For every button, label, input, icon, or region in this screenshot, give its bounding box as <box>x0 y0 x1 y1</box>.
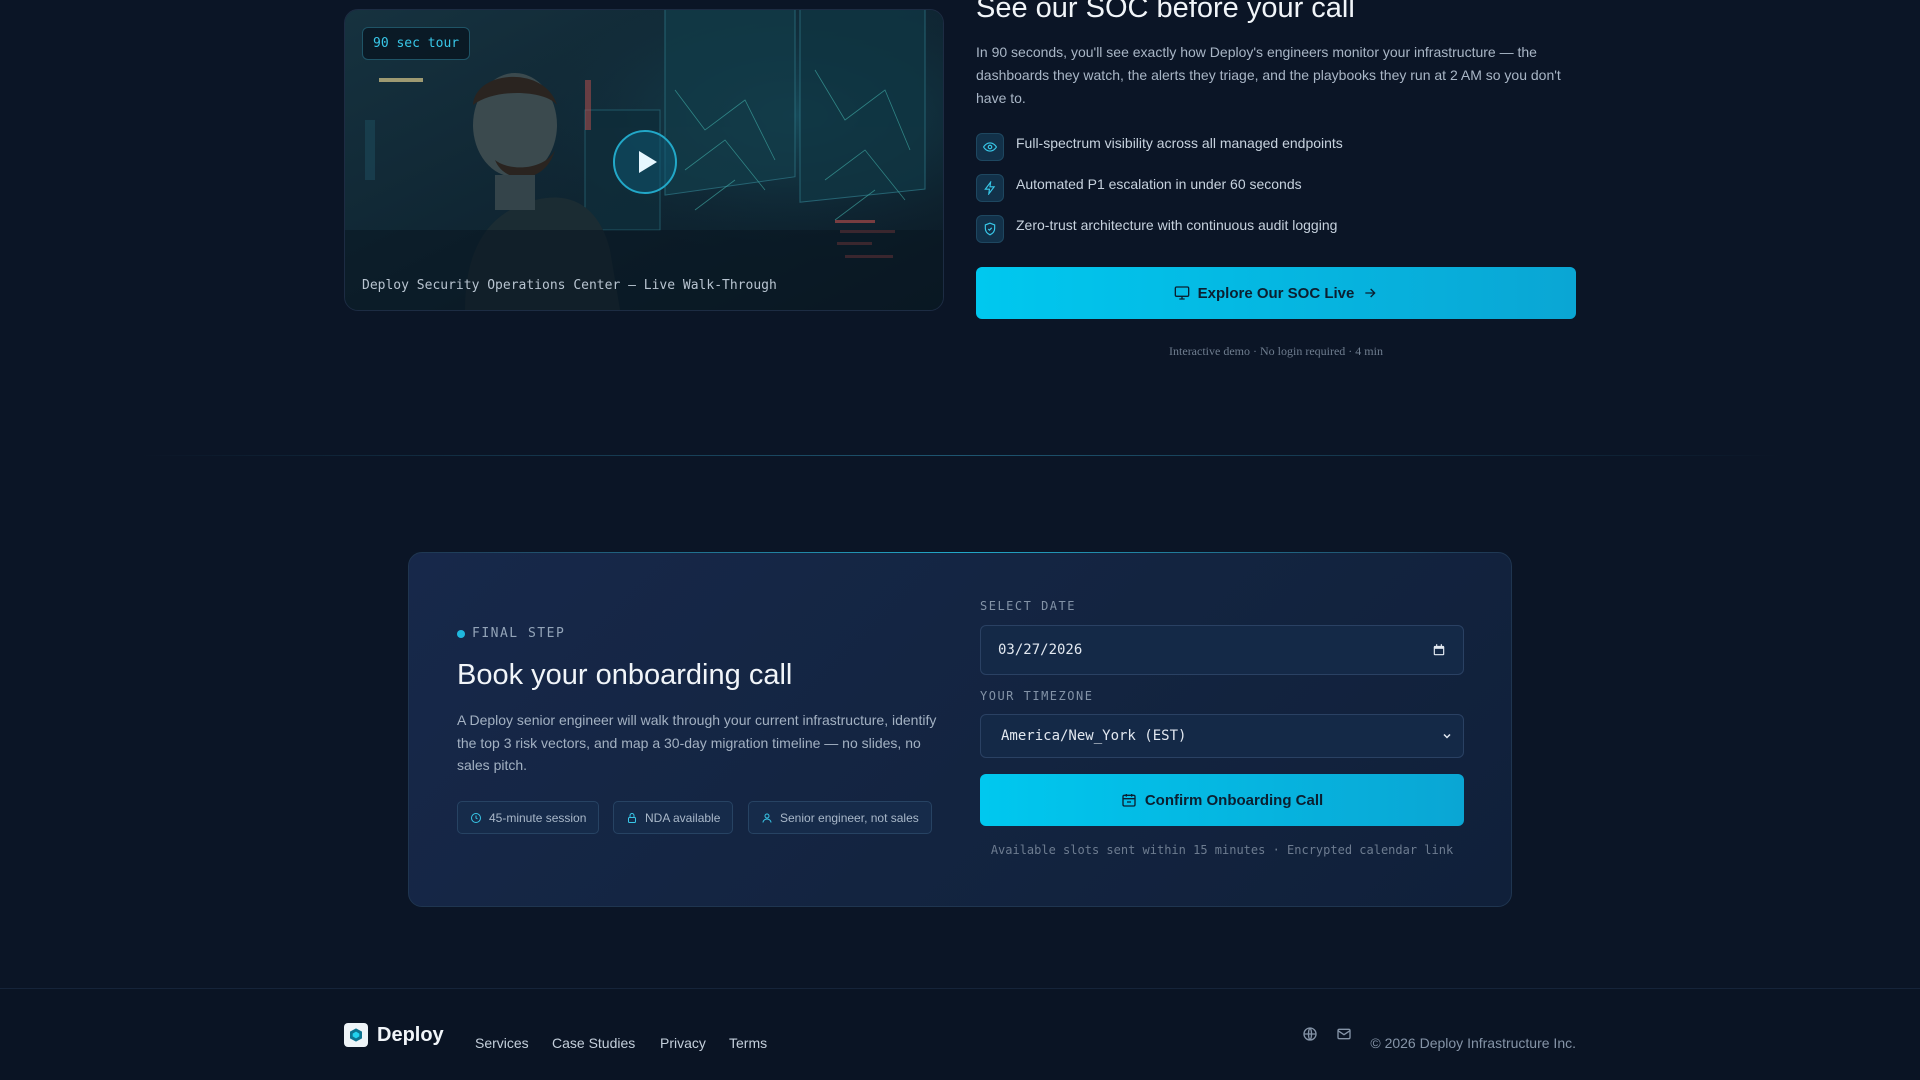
chevron-down-icon <box>1443 733 1451 739</box>
mail-icon[interactable] <box>1336 1026 1352 1047</box>
play-icon <box>638 151 657 173</box>
clock-icon <box>471 812 481 823</box>
chip-text: NDA available <box>645 810 721 825</box>
engineer-chip: Senior engineer, not sales <box>748 801 932 834</box>
user-icon <box>762 813 772 823</box>
booking-description: A Deploy senior engineer will walk throu… <box>457 712 937 773</box>
confirm-call-button[interactable]: Confirm Onboarding Call <box>980 774 1464 826</box>
video-caption: Deploy Security Operations Center — Live… <box>362 278 777 293</box>
section-divider <box>140 455 1780 456</box>
lock-icon <box>628 812 636 823</box>
step-label: FINAL STEP <box>457 626 565 641</box>
eye-icon <box>976 133 1004 161</box>
feature-text: Zero-trust architecture with continuous … <box>1016 217 1338 233</box>
explore-soc-button[interactable]: Explore Our SOC Live <box>976 267 1576 319</box>
feature-item: Zero-trust architecture with continuous … <box>976 215 1337 243</box>
soc-description: In 90 seconds, you'll see exactly how De… <box>976 44 1561 106</box>
step-dot <box>457 629 465 638</box>
globe-icon[interactable] <box>1302 1026 1318 1047</box>
calendar-check-icon <box>1122 794 1136 807</box>
date-input[interactable]: 03/27/2026 <box>980 625 1464 675</box>
copyright: © 2026 Deploy Infrastructure Inc. <box>1370 1035 1576 1051</box>
footer: Deploy Services Case Studies Privacy Ter… <box>0 988 1920 1080</box>
arrow-right-icon <box>1365 288 1376 298</box>
play-button[interactable] <box>613 130 677 194</box>
footer-link-terms[interactable]: Terms <box>729 1035 767 1051</box>
feature-item: Automated P1 escalation in under 60 seco… <box>976 174 1302 202</box>
monitor-icon <box>1174 286 1189 300</box>
feature-text: Full-spectrum visibility across all mana… <box>1016 135 1343 151</box>
deploy-logo-icon <box>344 1023 368 1047</box>
feature-item: Full-spectrum visibility across all mana… <box>976 133 1343 161</box>
footer-link-case-studies[interactable]: Case Studies <box>552 1035 635 1051</box>
session-length-chip: 45-minute session <box>457 801 600 834</box>
slots-note: Available slots sent within 15 minutes ·… <box>990 843 1454 857</box>
booking-title: Book your onboarding call <box>457 659 793 691</box>
soc-title: See our SOC before your call <box>976 0 1355 24</box>
timezone-value: America/New_York (EST) <box>1001 728 1187 744</box>
chip-text: Senior engineer, not sales <box>780 810 919 825</box>
booking-card: FINAL STEP Book your onboarding call A D… <box>408 552 1512 907</box>
step-label-text: FINAL STEP <box>472 626 566 641</box>
feature-text: Automated P1 escalation in under 60 seco… <box>1016 176 1302 192</box>
footer-logo[interactable]: Deploy <box>344 1023 444 1047</box>
date-label: SELECT DATE <box>980 599 1076 613</box>
footer-link-services[interactable]: Services <box>475 1035 529 1051</box>
soc-video-player[interactable]: 90 sec tour Deploy Security Operations C… <box>344 9 944 311</box>
footer-brand: Deploy <box>377 1023 444 1046</box>
explore-note: Interactive demo · No login required · 4… <box>1169 344 1383 358</box>
calendar-icon[interactable] <box>1432 643 1446 657</box>
chip-text: 45-minute session <box>489 810 587 825</box>
tour-duration-badge: 90 sec tour <box>362 27 471 60</box>
timezone-label: YOUR TIMEZONE <box>980 689 1094 703</box>
nda-chip: NDA available <box>613 801 734 834</box>
footer-link-privacy[interactable]: Privacy <box>660 1035 706 1051</box>
timezone-select[interactable]: America/New_York (EST) <box>980 714 1464 758</box>
shield-icon <box>976 215 1004 243</box>
date-value: 03/27/2026 <box>998 642 1083 658</box>
bolt-icon <box>976 174 1004 202</box>
confirm-call-label: Confirm Onboarding Call <box>1144 791 1324 809</box>
explore-soc-label: Explore Our SOC Live <box>1197 284 1355 302</box>
